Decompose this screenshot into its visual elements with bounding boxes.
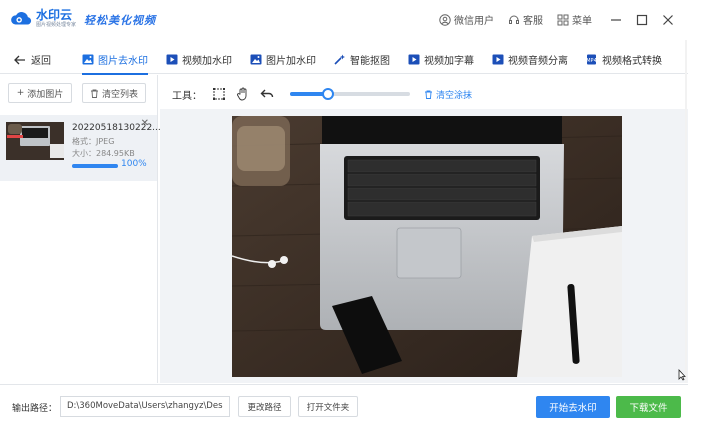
trash-icon xyxy=(90,89,98,98)
bottom-bar: 输出路径： D:\360MoveData\Users\zhangyz\Des 更… xyxy=(0,384,688,424)
undo-icon[interactable] xyxy=(260,87,274,101)
back-label: 返回 xyxy=(31,56,51,67)
title-bar: 水印云 图片视频处理专家 轻松美化视频 微信用户 客服 菜单 xyxy=(0,0,688,40)
tab-smart-cutout[interactable]: 智能抠图 xyxy=(334,44,400,74)
start-remove-watermark-button[interactable]: 开始去水印 xyxy=(536,396,610,418)
tab-video-audio-split[interactable]: 视频音频分离 xyxy=(492,44,578,74)
file-list-panel: + 添加图片 清空列表 20220518130222... 格式：JPEG 大小… xyxy=(0,75,161,383)
user-button[interactable]: 微信用户 xyxy=(439,12,494,27)
menu-label: 菜单 xyxy=(572,16,592,27)
download-file-button[interactable]: 下载文件 xyxy=(616,396,681,418)
tab-image-remove-watermark[interactable]: 图片去水印 xyxy=(82,44,158,75)
brush-size-slider[interactable] xyxy=(290,88,410,100)
image-icon xyxy=(250,54,262,64)
tab-video-format-convert[interactable]: MP4 视频格式转换 xyxy=(586,44,672,74)
hand-icon[interactable] xyxy=(236,87,250,101)
service-label: 客服 xyxy=(523,16,543,27)
clear-list-button[interactable]: 清空列表 xyxy=(82,83,146,103)
trash-icon xyxy=(425,90,432,99)
tab-image-add-watermark[interactable]: 图片加水印 xyxy=(250,44,326,74)
file-format: 格式：JPEG xyxy=(72,137,115,146)
tab-label: 智能抠图 xyxy=(350,55,390,67)
open-folder-button[interactable]: 打开文件夹 xyxy=(298,396,358,417)
maximize-icon[interactable] xyxy=(636,14,648,26)
app-slogan: 轻松美化视频 xyxy=(84,14,156,27)
tab-video-subtitles[interactable]: 视频加字幕 xyxy=(408,44,484,74)
tab-label: 图片加水印 xyxy=(266,55,316,67)
remove-file-icon[interactable]: ✕ xyxy=(141,118,149,129)
preview-image xyxy=(232,116,622,377)
tool-row: 工具： 清空涂抹 xyxy=(160,80,688,108)
tab-label: 视频加水印 xyxy=(182,55,232,67)
video-icon xyxy=(166,54,178,64)
user-icon xyxy=(439,13,451,26)
app-logo: 水印云 图片视频处理专家 xyxy=(10,8,76,30)
video-icon xyxy=(492,54,504,64)
file-size: 大小：284.95KB xyxy=(72,149,135,158)
headset-icon xyxy=(509,15,519,24)
output-path-field[interactable]: D:\360MoveData\Users\zhangyz\Des xyxy=(60,396,230,417)
user-label: 微信用户 xyxy=(454,16,494,27)
progress-bar xyxy=(72,164,118,168)
service-button[interactable]: 客服 xyxy=(508,12,543,27)
nav-bar: 返回 图片去水印 视频加水印 图片加水印 智能抠图 视频加字幕 视频音频分离 M… xyxy=(0,44,688,75)
select-box-icon[interactable] xyxy=(212,87,226,101)
progress-label: 100% xyxy=(121,159,147,169)
back-button[interactable]: 返回 xyxy=(14,52,51,67)
close-icon[interactable] xyxy=(662,14,674,26)
change-path-button[interactable]: 更改路径 xyxy=(238,396,291,417)
tab-label: 视频格式转换 xyxy=(602,55,662,67)
file-convert-icon: MP4 xyxy=(586,54,597,64)
minimize-icon[interactable] xyxy=(610,14,622,26)
tab-label: 视频加字幕 xyxy=(424,55,474,67)
tab-video-add-watermark[interactable]: 视频加水印 xyxy=(166,44,242,74)
magic-wand-icon xyxy=(334,54,345,65)
menu-button[interactable]: 菜单 xyxy=(557,12,592,27)
app-subtitle: 图片视频处理专家 xyxy=(36,22,77,28)
image-canvas[interactable] xyxy=(160,109,688,383)
right-edge xyxy=(685,40,687,383)
tool-tabs: 图片去水印 视频加水印 图片加水印 智能抠图 视频加字幕 视频音频分离 MP4 … xyxy=(82,44,680,75)
output-path-label: 输出路径： xyxy=(12,404,58,414)
svg-text:MP4: MP4 xyxy=(586,58,597,64)
tab-label: 图片去水印 xyxy=(98,55,148,67)
mouse-cursor-icon xyxy=(678,369,686,381)
plus-icon: + xyxy=(16,88,25,98)
cloud-logo-icon xyxy=(11,12,32,25)
tab-label: 视频音频分离 xyxy=(508,55,568,67)
add-image-button[interactable]: + 添加图片 xyxy=(8,83,72,103)
tools-label: 工具： xyxy=(172,90,202,102)
add-image-label: 添加图片 xyxy=(27,89,64,100)
clear-strokes-button[interactable]: 清空涂抹 xyxy=(424,88,472,101)
image-icon xyxy=(82,54,94,64)
clear-strokes-label: 清空涂抹 xyxy=(436,90,473,101)
list-item[interactable]: 20220518130222... 格式：JPEG 大小：284.95KB ✕ … xyxy=(0,115,161,181)
grid-menu-icon xyxy=(557,14,569,25)
slider-knob[interactable] xyxy=(322,88,335,100)
video-icon xyxy=(408,54,420,64)
clear-list-label: 清空列表 xyxy=(101,89,138,100)
arrow-left-icon xyxy=(14,55,25,64)
file-thumbnail xyxy=(6,122,64,160)
app-name: 水印云 xyxy=(36,8,73,22)
progress-fill xyxy=(72,164,118,168)
